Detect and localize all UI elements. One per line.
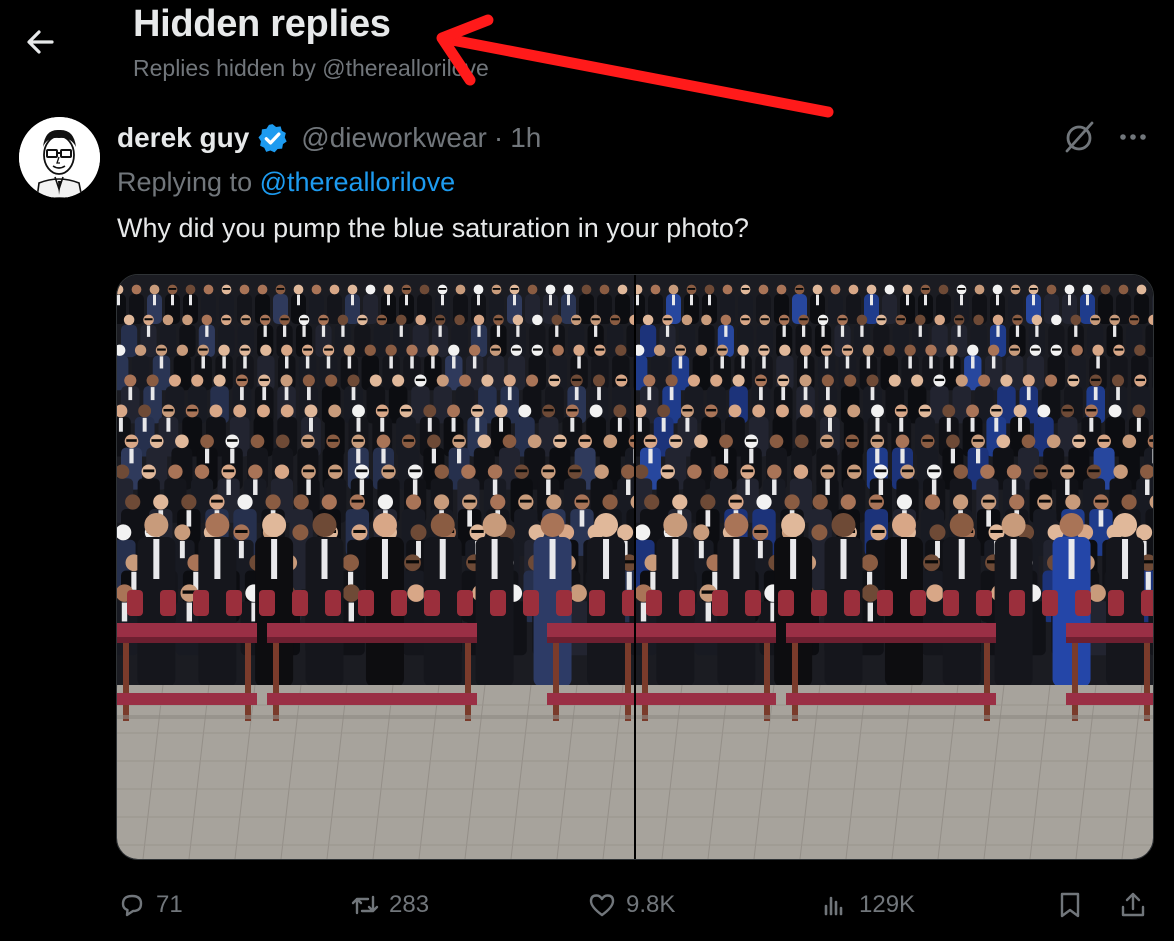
replying-prefix: Replying to bbox=[117, 167, 260, 197]
replying-to-link[interactable]: @thereallorilove bbox=[260, 167, 456, 197]
slashed-circle-icon[interactable] bbox=[1062, 119, 1098, 155]
replying-to: Replying to @thereallorilove bbox=[117, 167, 455, 198]
repost-icon bbox=[351, 895, 379, 915]
tweet-media[interactable] bbox=[116, 274, 1154, 860]
author-handle[interactable]: @dieworkwear bbox=[301, 122, 487, 154]
tweet-header: derek guy @dieworkwear · 1h bbox=[117, 118, 541, 158]
reply-count: 71 bbox=[156, 891, 183, 918]
avatar-illustration-icon bbox=[19, 117, 100, 198]
page-title: Hidden replies bbox=[133, 3, 391, 45]
reply-bubble-icon bbox=[121, 894, 143, 917]
back-button[interactable] bbox=[20, 22, 60, 62]
bookmark-button[interactable] bbox=[1055, 880, 1085, 930]
view-count: 129K bbox=[859, 891, 916, 918]
arrow-left-icon bbox=[27, 30, 54, 54]
share-icon bbox=[1121, 892, 1145, 917]
views-button[interactable]: 129K bbox=[820, 880, 915, 930]
separator-dot: · bbox=[493, 122, 504, 153]
tweet-actions: 71 283 9.8K 129K bbox=[0, 880, 1174, 930]
heart-icon bbox=[589, 894, 615, 917]
like-button[interactable]: 9.8K bbox=[587, 880, 675, 930]
photo-right[interactable] bbox=[636, 275, 1153, 859]
repost-count: 283 bbox=[389, 891, 430, 918]
photo-left[interactable] bbox=[117, 275, 634, 859]
timestamp[interactable]: 1h bbox=[510, 122, 541, 154]
like-count: 9.8K bbox=[626, 891, 676, 918]
verified-badge-icon[interactable] bbox=[256, 122, 289, 155]
bookmark-icon bbox=[1060, 892, 1080, 918]
crowd-photo-left bbox=[117, 275, 634, 859]
views-chart-icon bbox=[824, 896, 843, 916]
tweet-text: Why did you pump the blue saturation in … bbox=[117, 213, 749, 243]
share-button[interactable] bbox=[1118, 880, 1148, 930]
repost-button[interactable]: 283 bbox=[350, 880, 429, 930]
page-subtitle: Replies hidden by @thereallorilove bbox=[133, 55, 489, 81]
author-name[interactable]: derek guy bbox=[117, 122, 249, 154]
more-dots-icon[interactable] bbox=[1114, 119, 1152, 155]
crowd-photo-right bbox=[636, 275, 1153, 859]
avatar[interactable] bbox=[19, 117, 100, 198]
reply-button[interactable]: 71 bbox=[117, 880, 183, 930]
